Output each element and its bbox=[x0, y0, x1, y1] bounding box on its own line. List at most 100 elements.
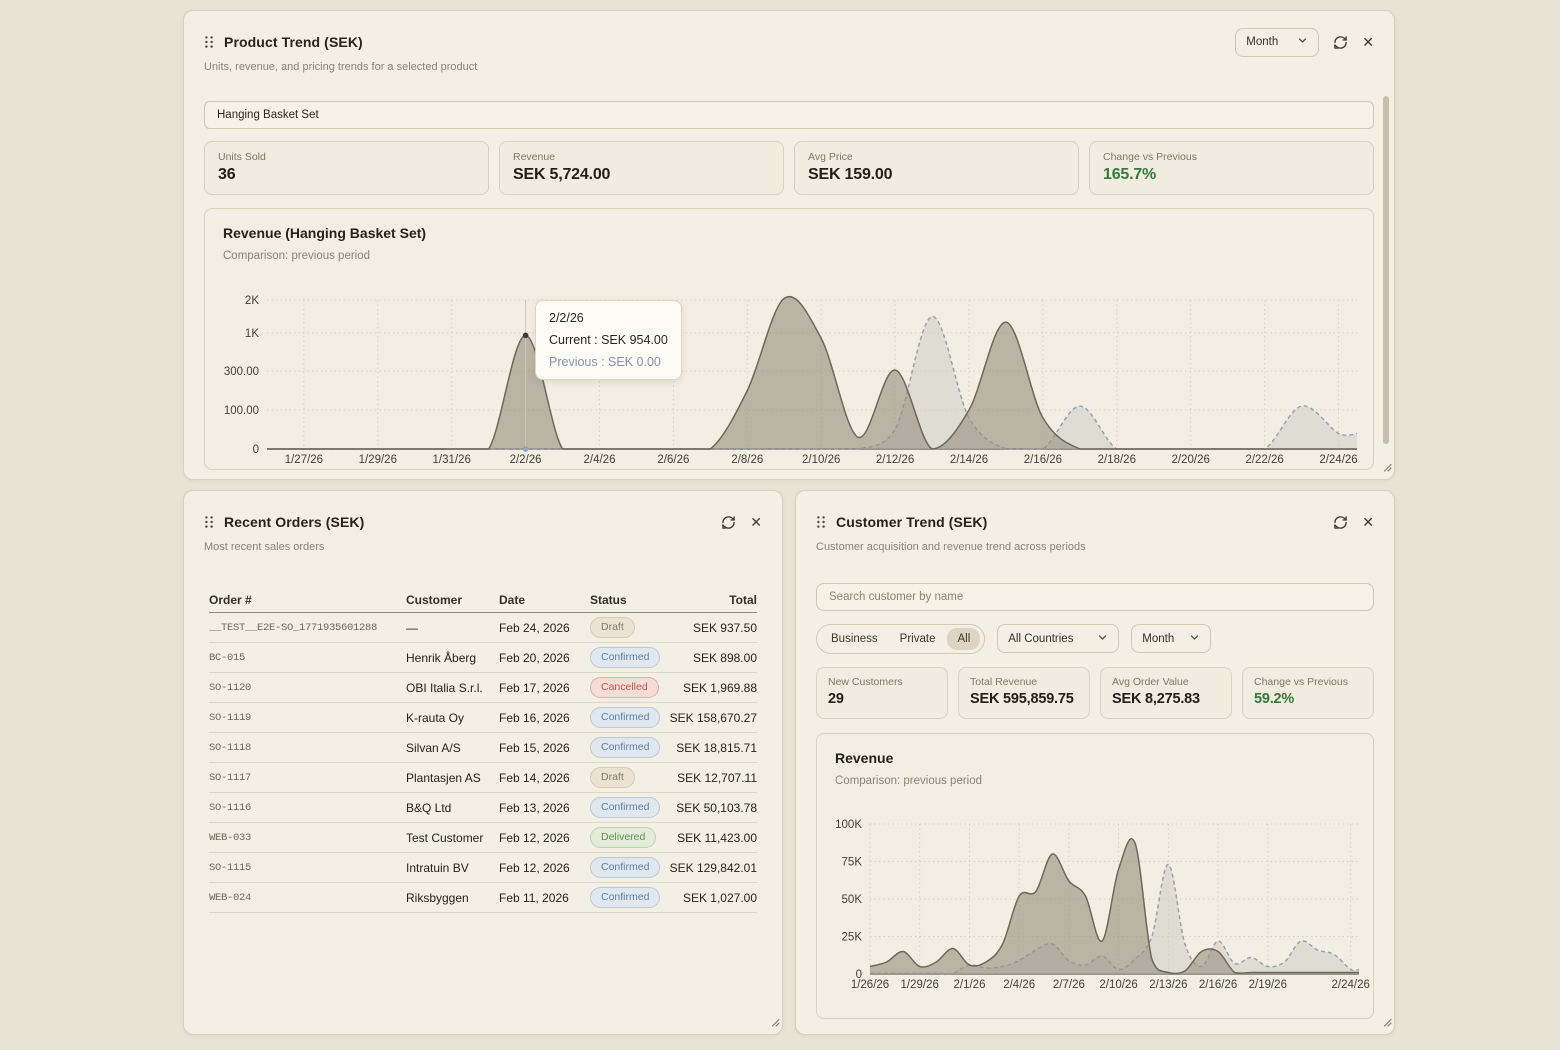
product-stats-row: Units Sold 36 Revenue SEK 5,724.00 Avg P… bbox=[204, 141, 1374, 195]
product-revenue-chart[interactable]: 2K1K300.00100.0001/27/261/29/261/31/262/… bbox=[205, 267, 1373, 469]
series-current-area bbox=[267, 297, 1357, 449]
country-select-value: All Countries bbox=[1008, 633, 1073, 645]
customer-name: OBI Italia S.r.l. bbox=[406, 681, 499, 695]
order-total: SEK 158,670.27 bbox=[670, 711, 757, 725]
refresh-button[interactable] bbox=[1333, 515, 1348, 530]
status-badge: Confirmed bbox=[590, 707, 660, 728]
x-tick-label: 2/4/26 bbox=[584, 454, 616, 466]
x-tick-label: 1/31/26 bbox=[433, 454, 471, 466]
refresh-button[interactable] bbox=[721, 515, 736, 530]
tooltip-previous: Previous : SEK 0.00 bbox=[549, 355, 668, 369]
x-tick-label: 2/4/26 bbox=[1003, 979, 1035, 991]
period-select-value: Month bbox=[1246, 36, 1278, 48]
period-select[interactable]: Month bbox=[1131, 624, 1211, 653]
table-row[interactable]: SO-1120OBI Italia S.r.l.Feb 17, 2026Canc… bbox=[209, 673, 757, 703]
country-select[interactable]: All Countries bbox=[997, 624, 1119, 653]
panel-subtitle: Most recent sales orders bbox=[184, 537, 782, 553]
panel-title: Product Trend (SEK) bbox=[224, 34, 363, 50]
col-header-date: Date bbox=[499, 593, 590, 607]
y-tick-label: 100.00 bbox=[224, 405, 259, 417]
status-badge: Confirmed bbox=[590, 857, 660, 878]
col-header-total: Total bbox=[729, 593, 757, 607]
table-row[interactable]: WEB-033Test CustomerFeb 12, 2026Delivere… bbox=[209, 823, 757, 853]
period-select[interactable]: Month bbox=[1235, 28, 1319, 57]
product-input[interactable] bbox=[204, 101, 1374, 129]
orders-table: Order # Customer Date Status Total __TES… bbox=[209, 587, 757, 913]
order-total: SEK 18,815.71 bbox=[676, 741, 757, 755]
panel-title: Customer Trend (SEK) bbox=[836, 514, 987, 530]
refresh-button[interactable] bbox=[1333, 35, 1348, 50]
x-tick-label: 1/26/26 bbox=[851, 979, 889, 991]
order-number: SO-1119 bbox=[209, 712, 406, 724]
order-total: SEK 898.00 bbox=[693, 651, 757, 665]
x-tick-label: 2/10/26 bbox=[802, 454, 840, 466]
table-row[interactable]: SO-1117Plantasjen ASFeb 14, 2026DraftSEK… bbox=[209, 763, 757, 793]
order-date: Feb 15, 2026 bbox=[499, 741, 590, 755]
status-badge: Draft bbox=[590, 767, 635, 788]
table-row[interactable]: WEB-024RiksbyggenFeb 11, 2026ConfirmedSE… bbox=[209, 883, 757, 913]
segment-business[interactable]: Business bbox=[821, 628, 888, 650]
x-tick-label: 2/8/26 bbox=[731, 454, 763, 466]
segment-private[interactable]: Private bbox=[890, 628, 946, 650]
x-tick-label: 2/16/26 bbox=[1199, 979, 1237, 991]
resize-handle-icon[interactable] bbox=[1383, 459, 1392, 477]
recent-orders-panel: Recent Orders (SEK) ✕ Most recent sales … bbox=[183, 490, 783, 1035]
close-button[interactable]: ✕ bbox=[1362, 515, 1374, 529]
order-number: SO-1115 bbox=[209, 862, 406, 874]
chevron-down-icon bbox=[1097, 632, 1108, 646]
customer-revenue-chart[interactable]: 100K75K50K25K01/26/261/29/262/1/262/4/26… bbox=[817, 818, 1377, 1018]
x-tick-label: 2/2/26 bbox=[510, 454, 542, 466]
table-row[interactable]: SO-1116B&Q LtdFeb 13, 2026ConfirmedSEK 5… bbox=[209, 793, 757, 823]
customer-name: Test Customer bbox=[406, 831, 499, 845]
x-tick-label: 2/14/26 bbox=[950, 454, 988, 466]
x-tick-label: 2/24/26 bbox=[1332, 979, 1370, 991]
table-row[interactable]: SO-1118Silvan A/SFeb 15, 2026ConfirmedSE… bbox=[209, 733, 757, 763]
order-date: Feb 13, 2026 bbox=[499, 801, 590, 815]
customer-name: Intratuin BV bbox=[406, 861, 499, 875]
chart-tooltip: 2/2/26 Current : SEK 954.00 Previous : S… bbox=[535, 300, 682, 380]
drag-handle-icon[interactable] bbox=[204, 515, 214, 529]
order-total: SEK 1,969.88 bbox=[683, 681, 757, 695]
stat-total-revenue: Total Revenue SEK 595,859.75 bbox=[958, 667, 1090, 719]
x-tick-label: 2/6/26 bbox=[657, 454, 689, 466]
order-total: SEK 129,842.01 bbox=[670, 861, 757, 875]
customer-trend-panel: Customer Trend (SEK) ✕ Customer acquisit… bbox=[795, 490, 1395, 1035]
resize-handle-icon[interactable] bbox=[771, 1014, 780, 1032]
x-tick-label: 2/10/26 bbox=[1099, 979, 1137, 991]
order-number: BC-015 bbox=[209, 652, 406, 664]
customer-name: Silvan A/S bbox=[406, 741, 499, 755]
table-row[interactable]: BC-015Henrik ÅbergFeb 20, 2026ConfirmedS… bbox=[209, 643, 757, 673]
order-date: Feb 20, 2026 bbox=[499, 651, 590, 665]
y-tick-label: 25K bbox=[842, 932, 863, 944]
resize-handle-icon[interactable] bbox=[1383, 1014, 1392, 1032]
panel-subtitle: Units, revenue, and pricing trends for a… bbox=[184, 57, 1394, 73]
close-button[interactable]: ✕ bbox=[1362, 35, 1374, 49]
customer-name: Henrik Åberg bbox=[406, 651, 499, 665]
order-total: SEK 1,027.00 bbox=[683, 891, 757, 905]
table-row[interactable]: SO-1115Intratuin BVFeb 12, 2026Confirmed… bbox=[209, 853, 757, 883]
dashboard: { "page": { "background": "#e9e3d6", "ac… bbox=[0, 0, 1560, 1050]
search-input[interactable] bbox=[816, 583, 1374, 611]
drag-handle-icon[interactable] bbox=[204, 35, 214, 49]
panel-title: Recent Orders (SEK) bbox=[224, 514, 364, 530]
order-number: SO-1118 bbox=[209, 742, 406, 754]
close-button[interactable]: ✕ bbox=[750, 515, 762, 529]
table-row[interactable]: __TEST__E2E-SO_1771935601288—Feb 24, 202… bbox=[209, 613, 757, 643]
scrollbar[interactable] bbox=[1383, 96, 1389, 444]
col-header-order: Order # bbox=[209, 593, 406, 607]
table-row[interactable]: SO-1119K-rauta OyFeb 16, 2026ConfirmedSE… bbox=[209, 703, 757, 733]
y-tick-label: 2K bbox=[245, 295, 259, 307]
y-tick-label: 50K bbox=[842, 894, 863, 906]
order-total: SEK 12,707.11 bbox=[677, 771, 757, 785]
chart-title: Revenue bbox=[817, 734, 1373, 766]
customer-name: — bbox=[406, 621, 499, 635]
col-header-customer: Customer bbox=[406, 593, 499, 607]
drag-handle-icon[interactable] bbox=[816, 515, 826, 529]
order-date: Feb 16, 2026 bbox=[499, 711, 590, 725]
segment-all[interactable]: All bbox=[947, 628, 980, 650]
x-tick-label: 2/16/26 bbox=[1024, 454, 1062, 466]
customer-revenue-chart-card: Revenue Comparison: previous period 100K… bbox=[816, 733, 1374, 1019]
order-total: SEK 11,423.00 bbox=[677, 831, 757, 845]
x-tick-label: 2/7/26 bbox=[1053, 979, 1085, 991]
y-tick-label: 300.00 bbox=[224, 366, 259, 378]
